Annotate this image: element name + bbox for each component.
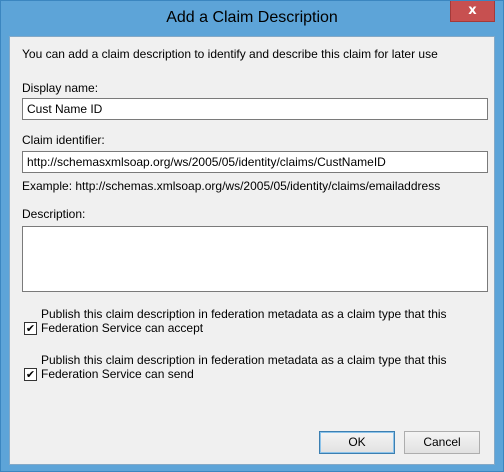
claim-identifier-input[interactable]: http://schemasxmlsoap.org/ws/2005/05/ide… bbox=[22, 151, 488, 173]
claim-identifier-example: Example: http://schemas.xmlsoap.org/ws/2… bbox=[22, 179, 441, 193]
description-textarea[interactable] bbox=[22, 226, 488, 292]
cancel-button[interactable]: Cancel bbox=[404, 431, 480, 454]
ok-button[interactable]: OK bbox=[319, 431, 395, 454]
checkmark-icon: ✔ bbox=[25, 368, 36, 381]
publish-accept-label[interactable]: Publish this claim description in federa… bbox=[41, 307, 481, 335]
claim-identifier-label: Claim identifier: bbox=[22, 133, 105, 147]
title-bar[interactable]: Add a Claim Description x bbox=[1, 1, 503, 36]
checkmark-icon: ✔ bbox=[25, 322, 36, 335]
publish-send-label[interactable]: Publish this claim description in federa… bbox=[41, 353, 481, 381]
display-name-input[interactable]: Cust Name ID bbox=[22, 98, 488, 120]
display-name-label: Display name: bbox=[22, 81, 99, 95]
close-icon: x bbox=[468, 3, 477, 18]
publish-send-checkbox[interactable]: ✔ bbox=[24, 368, 37, 381]
close-button[interactable]: x bbox=[450, 1, 495, 22]
intro-text: You can add a claim description to ident… bbox=[22, 47, 438, 61]
description-label: Description: bbox=[22, 207, 86, 221]
dialog-window: Add a Claim Description x You can add a … bbox=[0, 0, 504, 472]
publish-accept-checkbox[interactable]: ✔ bbox=[24, 322, 37, 335]
dialog-body: You can add a claim description to ident… bbox=[9, 36, 495, 465]
dialog-title: Add a Claim Description bbox=[166, 9, 338, 26]
